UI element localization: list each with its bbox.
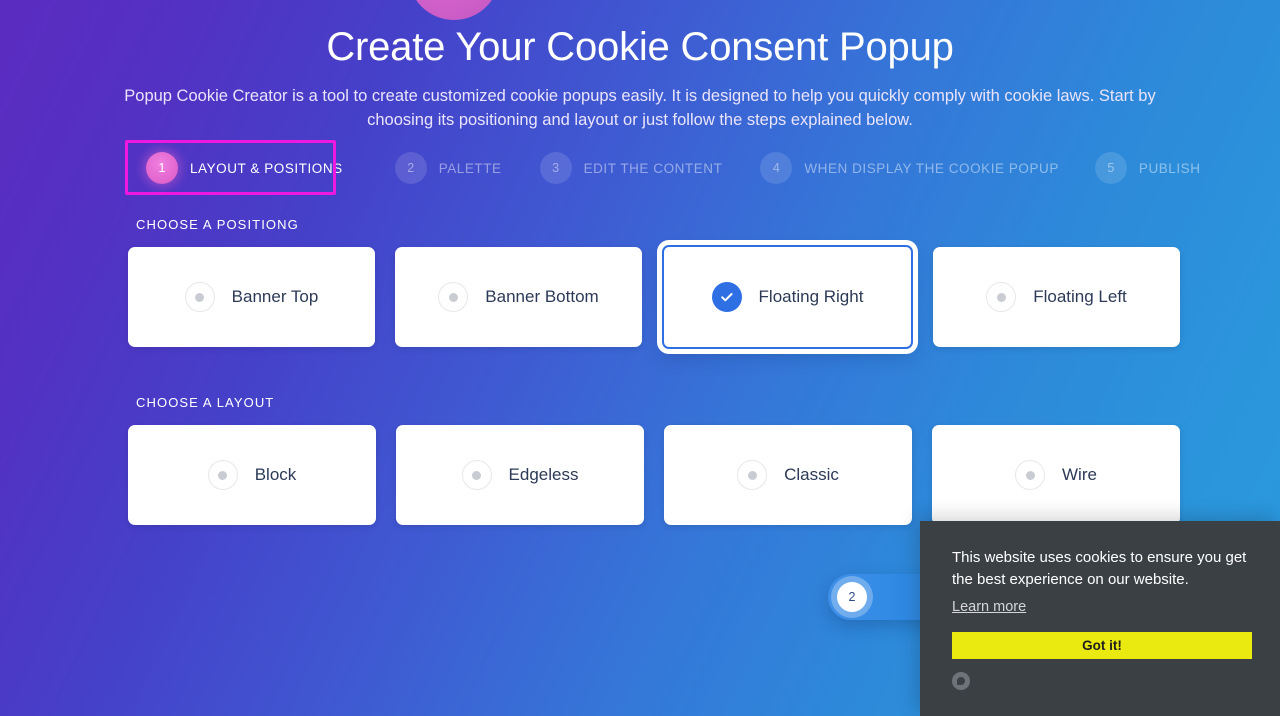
layout-option-edgeless[interactable]: Edgeless: [396, 425, 644, 525]
decorative-circle-top: [408, 0, 500, 20]
cookie-popup-accept-button[interactable]: Got it!: [952, 632, 1252, 659]
positioning-label-banner-bottom: Banner Bottom: [485, 287, 599, 306]
cookie-popup-message: This website uses cookies to ensure you …: [952, 549, 1247, 588]
positioning-option-floating-left[interactable]: Floating Left: [933, 247, 1180, 347]
page-title: Create Your Cookie Consent Popup: [326, 25, 954, 69]
step-label-publish: PUBLISH: [1138, 160, 1201, 176]
radio-checked-icon[interactable]: [711, 282, 742, 312]
step-item-when-display[interactable]: 4 WHEN DISPLAY THE COOKIE POPUP: [760, 148, 1059, 188]
app-root: Create Your Cookie Consent Popup Popup C…: [0, 0, 1280, 716]
section-label-layout: CHOOSE A LAYOUT: [136, 395, 275, 410]
cookie-popup-learn-more-link[interactable]: Learn more: [952, 599, 1026, 615]
card-content: Classic: [737, 460, 839, 490]
card-content: Banner Top: [184, 282, 319, 312]
card-content: Wire: [1015, 460, 1097, 490]
positioning-options: Banner Top Banner Bottom Floating Right: [128, 245, 1180, 349]
layout-option-classic[interactable]: Classic: [664, 425, 912, 525]
radio-unchecked-icon[interactable]: [438, 282, 469, 312]
step-number-2: 2: [394, 152, 427, 184]
cookie-consent-brand-icon[interactable]: [952, 672, 970, 690]
layout-label-edgeless: Edgeless: [508, 465, 579, 484]
step-item-layout-positions[interactable]: 1 LAYOUT & POSITIONS: [136, 148, 353, 188]
positioning-label-floating-right: Floating Right: [758, 287, 864, 306]
radio-unchecked-icon[interactable]: [1015, 460, 1046, 490]
cookie-consent-popup: This website uses cookies to ensure you …: [920, 521, 1280, 716]
positioning-option-banner-top[interactable]: Banner Top: [128, 247, 375, 347]
floating-step-number: 2: [837, 582, 867, 612]
layout-option-block[interactable]: Block: [128, 425, 376, 525]
radio-unchecked-icon[interactable]: [184, 282, 215, 312]
card-content: Edgeless: [461, 460, 579, 490]
card-content: Block: [207, 460, 297, 490]
card-content: Floating Right: [711, 282, 864, 312]
layout-label-classic: Classic: [784, 465, 839, 484]
step-navigation: 1 LAYOUT & POSITIONS 2 PALETTE 3 EDIT TH…: [136, 148, 1201, 188]
radio-unchecked-icon[interactable]: [737, 460, 768, 490]
step-item-publish[interactable]: 5 PUBLISH: [1094, 148, 1201, 188]
step-label-when-display: WHEN DISPLAY THE COOKIE POPUP: [804, 160, 1059, 176]
radio-unchecked-icon[interactable]: [207, 460, 238, 490]
step-label-edit-content: EDIT THE CONTENT: [583, 160, 723, 176]
section-label-positioning: CHOOSE A POSITIONG: [136, 217, 299, 232]
card-content: Floating Left: [986, 282, 1127, 312]
step-number-4: 4: [760, 152, 793, 184]
step-number-3: 3: [539, 152, 572, 184]
radio-unchecked-icon[interactable]: [461, 460, 492, 490]
layout-option-wire[interactable]: Wire: [932, 425, 1180, 525]
step-label-layout-positions: LAYOUT & POSITIONS: [190, 160, 343, 176]
step-item-palette[interactable]: 2 PALETTE: [394, 148, 502, 188]
card-content: Banner Bottom: [438, 282, 599, 312]
radio-unchecked-icon[interactable]: [986, 282, 1017, 312]
step-label-palette: PALETTE: [438, 160, 502, 176]
positioning-option-banner-bottom[interactable]: Banner Bottom: [395, 247, 642, 347]
page-subtitle: Popup Cookie Creator is a tool to create…: [124, 87, 1156, 129]
positioning-label-banner-top: Banner Top: [231, 287, 319, 306]
layout-label-block: Block: [254, 465, 297, 484]
positioning-option-floating-right[interactable]: Floating Right: [662, 245, 913, 349]
positioning-label-floating-left: Floating Left: [1033, 287, 1127, 306]
step-number-1: 1: [146, 152, 178, 184]
layout-options: Block Edgeless Classic Wire: [128, 425, 1180, 525]
step-number-5: 5: [1094, 152, 1127, 184]
layout-label-wire: Wire: [1062, 465, 1097, 484]
step-item-edit-content[interactable]: 3 EDIT THE CONTENT: [539, 148, 723, 188]
